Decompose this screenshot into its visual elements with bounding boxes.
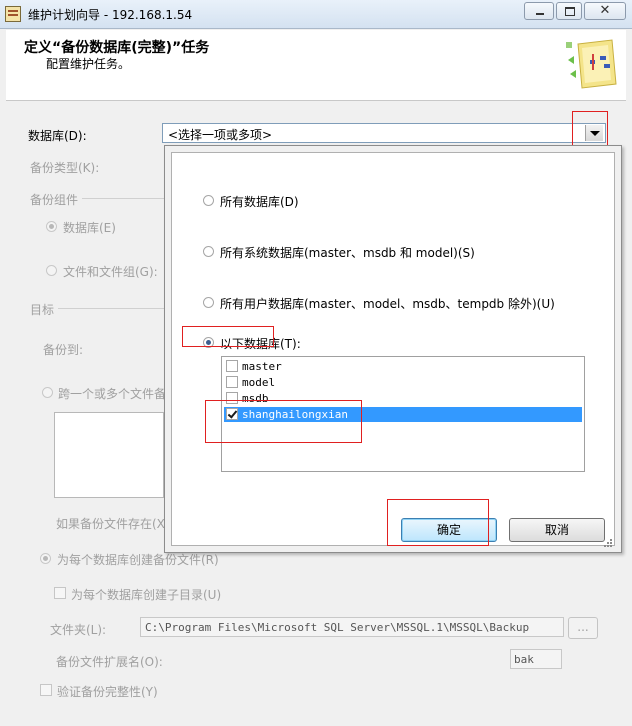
database-name: master — [242, 360, 282, 373]
database-name: model — [242, 376, 276, 389]
span-files-label: 跨一个或多个文件备 — [58, 387, 167, 401]
highlight-box — [205, 400, 362, 443]
span-files-radio[interactable] — [42, 387, 53, 398]
verify-checkbox[interactable] — [40, 684, 52, 696]
option-all-databases-radio[interactable] — [203, 195, 214, 206]
browse-button[interactable]: ... — [568, 617, 598, 639]
cancel-button[interactable]: 取消 — [509, 518, 605, 542]
option-system-databases-label[interactable]: 所有系统数据库(master、msdb 和 model)(S) — [220, 244, 475, 261]
close-button[interactable]: ✕ — [584, 2, 626, 20]
list-item[interactable]: master — [224, 359, 582, 374]
folder-value: C:\Program Files\Microsoft SQL Server\MS… — [145, 621, 530, 634]
extension-value: bak — [514, 653, 534, 666]
verify-label: 验证备份完整性(Y) — [57, 685, 158, 699]
folder-input[interactable]: C:\Program Files\Microsoft SQL Server\MS… — [140, 617, 564, 637]
minimize-button[interactable] — [524, 2, 554, 20]
option-system-databases-radio[interactable] — [203, 246, 214, 257]
component-files-radio[interactable] — [46, 265, 57, 276]
close-icon: ✕ — [599, 3, 611, 18]
folder-label: 文件夹(L): — [50, 623, 107, 637]
create-per-db-file-radio[interactable] — [40, 553, 51, 564]
divider — [58, 308, 164, 309]
create-subdir-label: 为每个数据库创建子目录(U) — [71, 588, 222, 602]
backup-component-label: 备份组件 — [30, 193, 79, 207]
maximize-button[interactable] — [556, 2, 582, 20]
ext-label: 备份文件扩展名(O): — [56, 655, 163, 669]
page-title: 定义“备份数据库(完整)”任务 — [24, 40, 210, 56]
component-database-radio[interactable] — [46, 221, 57, 232]
backup-file-list[interactable] — [54, 412, 164, 498]
target-label: 目标 — [30, 303, 55, 317]
list-item[interactable]: model — [224, 375, 582, 390]
window-title: 维护计划向导 - 192.168.1.54 — [28, 8, 193, 22]
component-files-label: 文件和文件组(G): — [63, 265, 158, 279]
option-all-databases-label[interactable]: 所有数据库(D) — [220, 193, 299, 210]
highlight-box — [182, 326, 274, 347]
database-checkbox[interactable] — [226, 376, 238, 388]
backup-to-label: 备份到: — [43, 343, 84, 357]
resize-grip-icon[interactable] — [603, 538, 613, 548]
backup-type-label: 备份类型(K): — [30, 161, 100, 175]
database-combo[interactable]: <选择一项或多项> — [162, 123, 606, 143]
database-label: 数据库(D): — [28, 129, 87, 143]
option-user-databases-radio[interactable] — [203, 297, 214, 308]
title-bar[interactable]: 维护计划向导 - 192.168.1.54 ✕ — [0, 0, 632, 29]
if-exists-label: 如果备份文件存在(X — [56, 517, 165, 531]
database-combo-value: <选择一项或多项> — [168, 128, 273, 142]
create-subdir-checkbox[interactable] — [54, 587, 66, 599]
highlight-box — [387, 499, 489, 546]
create-per-db-file-label: 为每个数据库创建备份文件(R) — [57, 553, 219, 567]
component-database-label: 数据库(E) — [63, 221, 116, 235]
wizard-header: 定义“备份数据库(完整)”任务 配置维护任务。 — [6, 30, 626, 101]
wizard-illustration-icon — [564, 34, 622, 92]
maintenance-wizard-icon — [5, 6, 21, 22]
option-user-databases-label[interactable]: 所有用户数据库(master、model、msdb、tempdb 除外)(U) — [220, 295, 555, 312]
extension-input[interactable]: bak — [510, 649, 562, 669]
database-selection-popup: 所有数据库(D) 所有系统数据库(master、msdb 和 model)(S)… — [164, 145, 622, 553]
database-checkbox[interactable] — [226, 360, 238, 372]
divider — [82, 198, 164, 199]
page-subtitle: 配置维护任务。 — [46, 57, 131, 71]
